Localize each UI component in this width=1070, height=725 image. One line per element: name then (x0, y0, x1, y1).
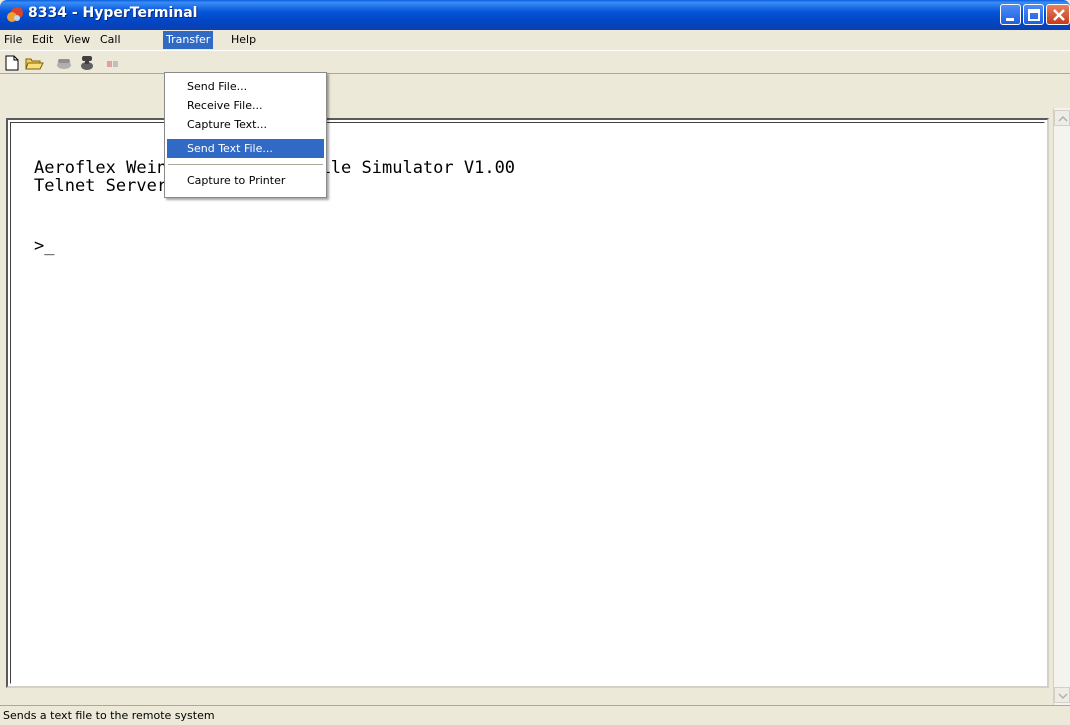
new-icon[interactable] (2, 53, 22, 73)
minimize-button[interactable] (1000, 4, 1021, 25)
terminal-inner-border (10, 122, 1045, 684)
menu-item-send-text-file[interactable]: Send Text File... (167, 139, 324, 158)
title-bar[interactable]: 8334 - HyperTerminal (0, 0, 1070, 30)
terminal-prompt: >_ (34, 236, 55, 256)
menu-view[interactable]: View (61, 31, 93, 49)
menu-edit[interactable]: Edit (29, 31, 56, 49)
send-icon[interactable] (104, 53, 124, 73)
maximize-button[interactable] (1023, 4, 1044, 25)
menu-item-receive-file[interactable]: Receive File... (167, 96, 324, 115)
terminal-container (0, 108, 1070, 705)
menu-call[interactable]: Call (97, 31, 124, 49)
connect-icon[interactable] (54, 53, 74, 73)
terminal-line-2: Telnet Server (34, 176, 168, 196)
vertical-scrollbar[interactable] (1053, 108, 1070, 705)
scroll-up-button[interactable] (1054, 110, 1070, 126)
scroll-down-button[interactable] (1054, 687, 1070, 703)
status-bar: Sends a text file to the remote system (0, 705, 1070, 725)
toolbar (0, 50, 1070, 74)
menu-help[interactable]: Help (228, 31, 259, 49)
transfer-dropdown-menu: Send File... Receive File... Capture Tex… (164, 72, 327, 198)
menu-transfer[interactable]: Transfer (163, 31, 214, 49)
menu-item-capture-text[interactable]: Capture Text... (167, 115, 324, 134)
status-text: Sends a text file to the remote system (3, 709, 215, 722)
menu-file[interactable]: File (1, 31, 25, 49)
menu-item-send-file[interactable]: Send File... (167, 77, 324, 96)
hyperterminal-app-icon[interactable] (6, 6, 24, 24)
close-button[interactable] (1046, 4, 1070, 25)
menu-item-capture-to-printer[interactable]: Capture to Printer (167, 171, 324, 190)
menu-bar: File Edit View Call Transfer Help (0, 30, 1070, 50)
disconnect-icon[interactable] (78, 53, 98, 73)
terminal-screen[interactable] (6, 118, 1049, 688)
menu-separator (168, 164, 323, 165)
open-icon[interactable] (24, 53, 44, 73)
window-title: 8334 - HyperTerminal (28, 5, 198, 21)
